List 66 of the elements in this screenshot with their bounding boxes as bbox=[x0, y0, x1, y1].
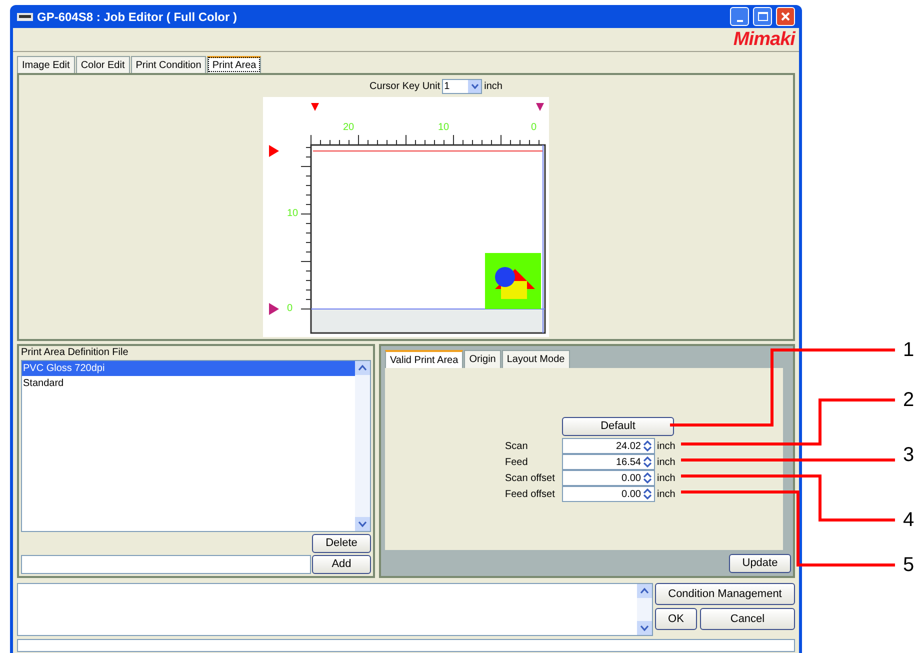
default-button[interactable]: Default bbox=[562, 417, 674, 436]
number-spinner-field[interactable]: 16.54 bbox=[562, 454, 655, 470]
marker-icon bbox=[269, 145, 279, 157]
tab[interactable]: Color Edit bbox=[76, 56, 130, 73]
field-label: Feed bbox=[505, 456, 529, 470]
field-label: Scan offset bbox=[505, 472, 556, 486]
unit-label: inch bbox=[484, 80, 502, 94]
close-icon bbox=[781, 12, 790, 21]
number-spinner-field[interactable]: 0.00 bbox=[562, 486, 655, 502]
printer-icon bbox=[17, 10, 33, 22]
tab[interactable]: Valid Print Area bbox=[385, 350, 464, 368]
spinner-icon[interactable] bbox=[643, 456, 652, 468]
maximize-button[interactable] bbox=[753, 7, 772, 26]
update-button[interactable]: Update bbox=[729, 554, 791, 572]
marker-icon bbox=[269, 303, 279, 315]
ruler-label: 0 bbox=[287, 304, 293, 314]
condition-management-button[interactable]: Condition Management bbox=[655, 583, 795, 605]
scroll-down-icon[interactable] bbox=[637, 621, 652, 635]
callout-number: 5 bbox=[903, 555, 914, 575]
brand-logo: Mimaki bbox=[733, 30, 795, 49]
ruler-label: 0 bbox=[531, 123, 537, 133]
number-spinner-field[interactable]: 0.00 bbox=[562, 470, 655, 486]
tab[interactable]: Layout Mode bbox=[502, 350, 570, 368]
unit-label: inch bbox=[657, 488, 676, 502]
list-item[interactable]: Standard bbox=[22, 376, 355, 391]
minimize-button[interactable] bbox=[730, 7, 749, 26]
window-title: GP-604S8 : Job Editor ( Full Color ) bbox=[37, 8, 238, 26]
unit-label: inch bbox=[657, 472, 676, 486]
close-button[interactable] bbox=[776, 7, 795, 26]
callout-number: 1 bbox=[903, 340, 914, 360]
ruler-label: 20 bbox=[343, 123, 354, 133]
unit-label: inch bbox=[657, 456, 676, 470]
delete-button[interactable]: Delete bbox=[312, 534, 371, 553]
ruler-label: 10 bbox=[438, 123, 450, 133]
tab[interactable]: Print Condition bbox=[130, 56, 206, 73]
tab[interactable]: Origin bbox=[464, 350, 501, 368]
ruler-label: 10 bbox=[287, 209, 298, 219]
spinner-icon[interactable] bbox=[643, 488, 652, 500]
scrollbar[interactable] bbox=[637, 584, 652, 635]
tab[interactable]: Image Edit bbox=[17, 56, 75, 73]
scroll-up-icon[interactable] bbox=[355, 361, 370, 375]
unit-label: inch bbox=[657, 440, 676, 454]
callout-number: 3 bbox=[903, 445, 914, 465]
tab[interactable]: Print Area bbox=[207, 56, 262, 73]
caret-icon bbox=[470, 84, 479, 88]
field-label: Scan bbox=[505, 440, 529, 454]
spinner-icon[interactable] bbox=[643, 472, 652, 484]
spinner-icon[interactable] bbox=[643, 440, 652, 452]
scroll-down-icon[interactable] bbox=[355, 517, 370, 531]
list-item[interactable]: PVC Gloss 720dpi bbox=[22, 361, 355, 376]
panel-title: Print Area Definition File bbox=[21, 346, 130, 360]
cancel-button[interactable]: Cancel bbox=[700, 608, 795, 630]
add-button[interactable]: Add bbox=[312, 555, 371, 574]
callout-number: 2 bbox=[903, 390, 914, 410]
image-thumbnail-drawing bbox=[485, 253, 541, 309]
marker-icon bbox=[536, 103, 544, 111]
marker-icon bbox=[311, 103, 319, 111]
name-input-field[interactable] bbox=[21, 555, 311, 574]
cursor-key-unit-label: Cursor Key Unit bbox=[370, 80, 440, 94]
field-label: Feed offset bbox=[505, 488, 556, 502]
scroll-up-icon[interactable] bbox=[637, 584, 652, 598]
number-spinner-field[interactable]: 24.02 bbox=[562, 438, 655, 454]
callout-number: 4 bbox=[903, 510, 914, 530]
ok-button[interactable]: OK bbox=[655, 608, 697, 630]
unit-dropdown[interactable]: 1 bbox=[442, 78, 482, 94]
scrollbar[interactable] bbox=[355, 361, 370, 531]
